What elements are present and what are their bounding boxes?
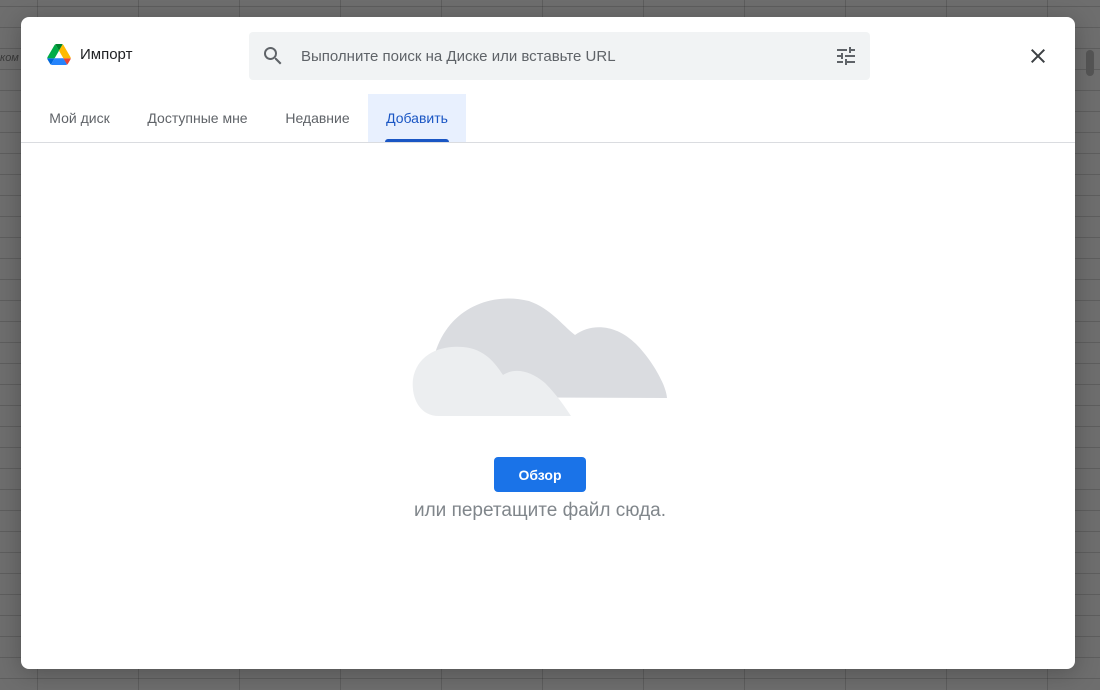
sheet-cell-text: ком: [0, 52, 19, 64]
sheet-scrollbar[interactable]: [1086, 50, 1094, 76]
dialog-header: Импорт: [21, 17, 1075, 95]
browse-button[interactable]: Обзор: [494, 457, 586, 492]
tab-label: Недавние: [285, 110, 350, 126]
drop-hint-text: или перетащите файл сюда.: [413, 500, 667, 521]
close-icon[interactable]: [1026, 44, 1050, 68]
tab-bar: Мой диск Доступные мне Недавние Добавить: [21, 94, 1075, 143]
active-tab-indicator: [385, 139, 449, 142]
dialog-title: Импорт: [80, 46, 133, 63]
search-input[interactable]: [301, 32, 821, 80]
tab-label: Мой диск: [49, 110, 110, 126]
cloud-illustration: [412, 298, 667, 416]
tab-upload[interactable]: Добавить: [368, 94, 466, 142]
tune-icon[interactable]: [834, 44, 858, 68]
tab-my-drive[interactable]: Мой диск: [31, 94, 128, 142]
tab-recent[interactable]: Недавние: [267, 94, 368, 142]
search-bar[interactable]: [249, 32, 870, 80]
tab-label: Добавить: [386, 110, 448, 126]
import-dialog: Импорт Мой диск Доступные мне Недавние Д…: [21, 17, 1075, 669]
tab-shared-with-me[interactable]: Доступные мне: [128, 94, 267, 142]
tab-label: Доступные мне: [147, 110, 248, 126]
search-icon[interactable]: [261, 44, 285, 68]
google-drive-icon: [47, 44, 71, 65]
